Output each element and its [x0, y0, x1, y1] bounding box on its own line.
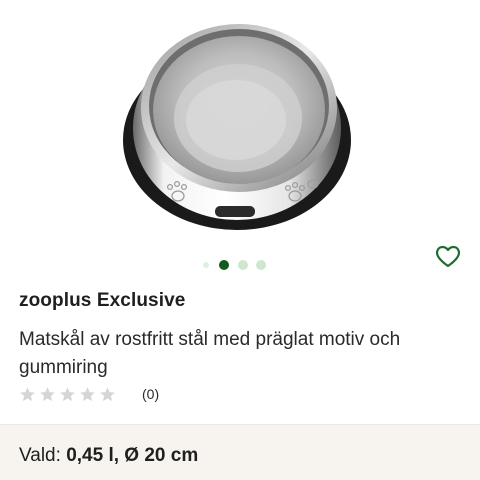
product-brand[interactable]: zooplus Exclusive	[19, 290, 185, 312]
product-rating[interactable]: (0)	[19, 383, 159, 405]
product-title: Matskål av rostfritt stål med präglat mo…	[19, 329, 401, 378]
rating-stars	[19, 386, 116, 403]
star-icon	[40, 386, 55, 401]
review-count[interactable]: (0)	[142, 386, 159, 402]
selected-variant: Vald: 0,45 l, Ø 20 cm	[19, 445, 198, 467]
star-icon	[80, 386, 95, 401]
carousel-dot-1[interactable]	[203, 262, 209, 268]
carousel-dot-3[interactable]	[238, 260, 248, 270]
star-icon	[20, 386, 35, 401]
product-image[interactable]	[118, 0, 362, 240]
variant-label: Vald:	[19, 445, 61, 466]
star-icon	[60, 386, 75, 401]
image-carousel-indicator	[0, 258, 480, 272]
variant-value: 0,45 l, Ø 20 cm	[66, 445, 199, 466]
heart-outline-icon	[436, 245, 460, 268]
wishlist-button[interactable]	[432, 240, 464, 272]
variant-selector[interactable]: Vald: 0,45 l, Ø 20 cm	[0, 424, 480, 480]
carousel-dot-4[interactable]	[256, 260, 266, 270]
carousel-dot-2-active[interactable]	[219, 260, 229, 270]
star-icon	[100, 386, 115, 401]
product-page: zooplus Exclusive Matskål av rostfritt s…	[0, 0, 480, 480]
